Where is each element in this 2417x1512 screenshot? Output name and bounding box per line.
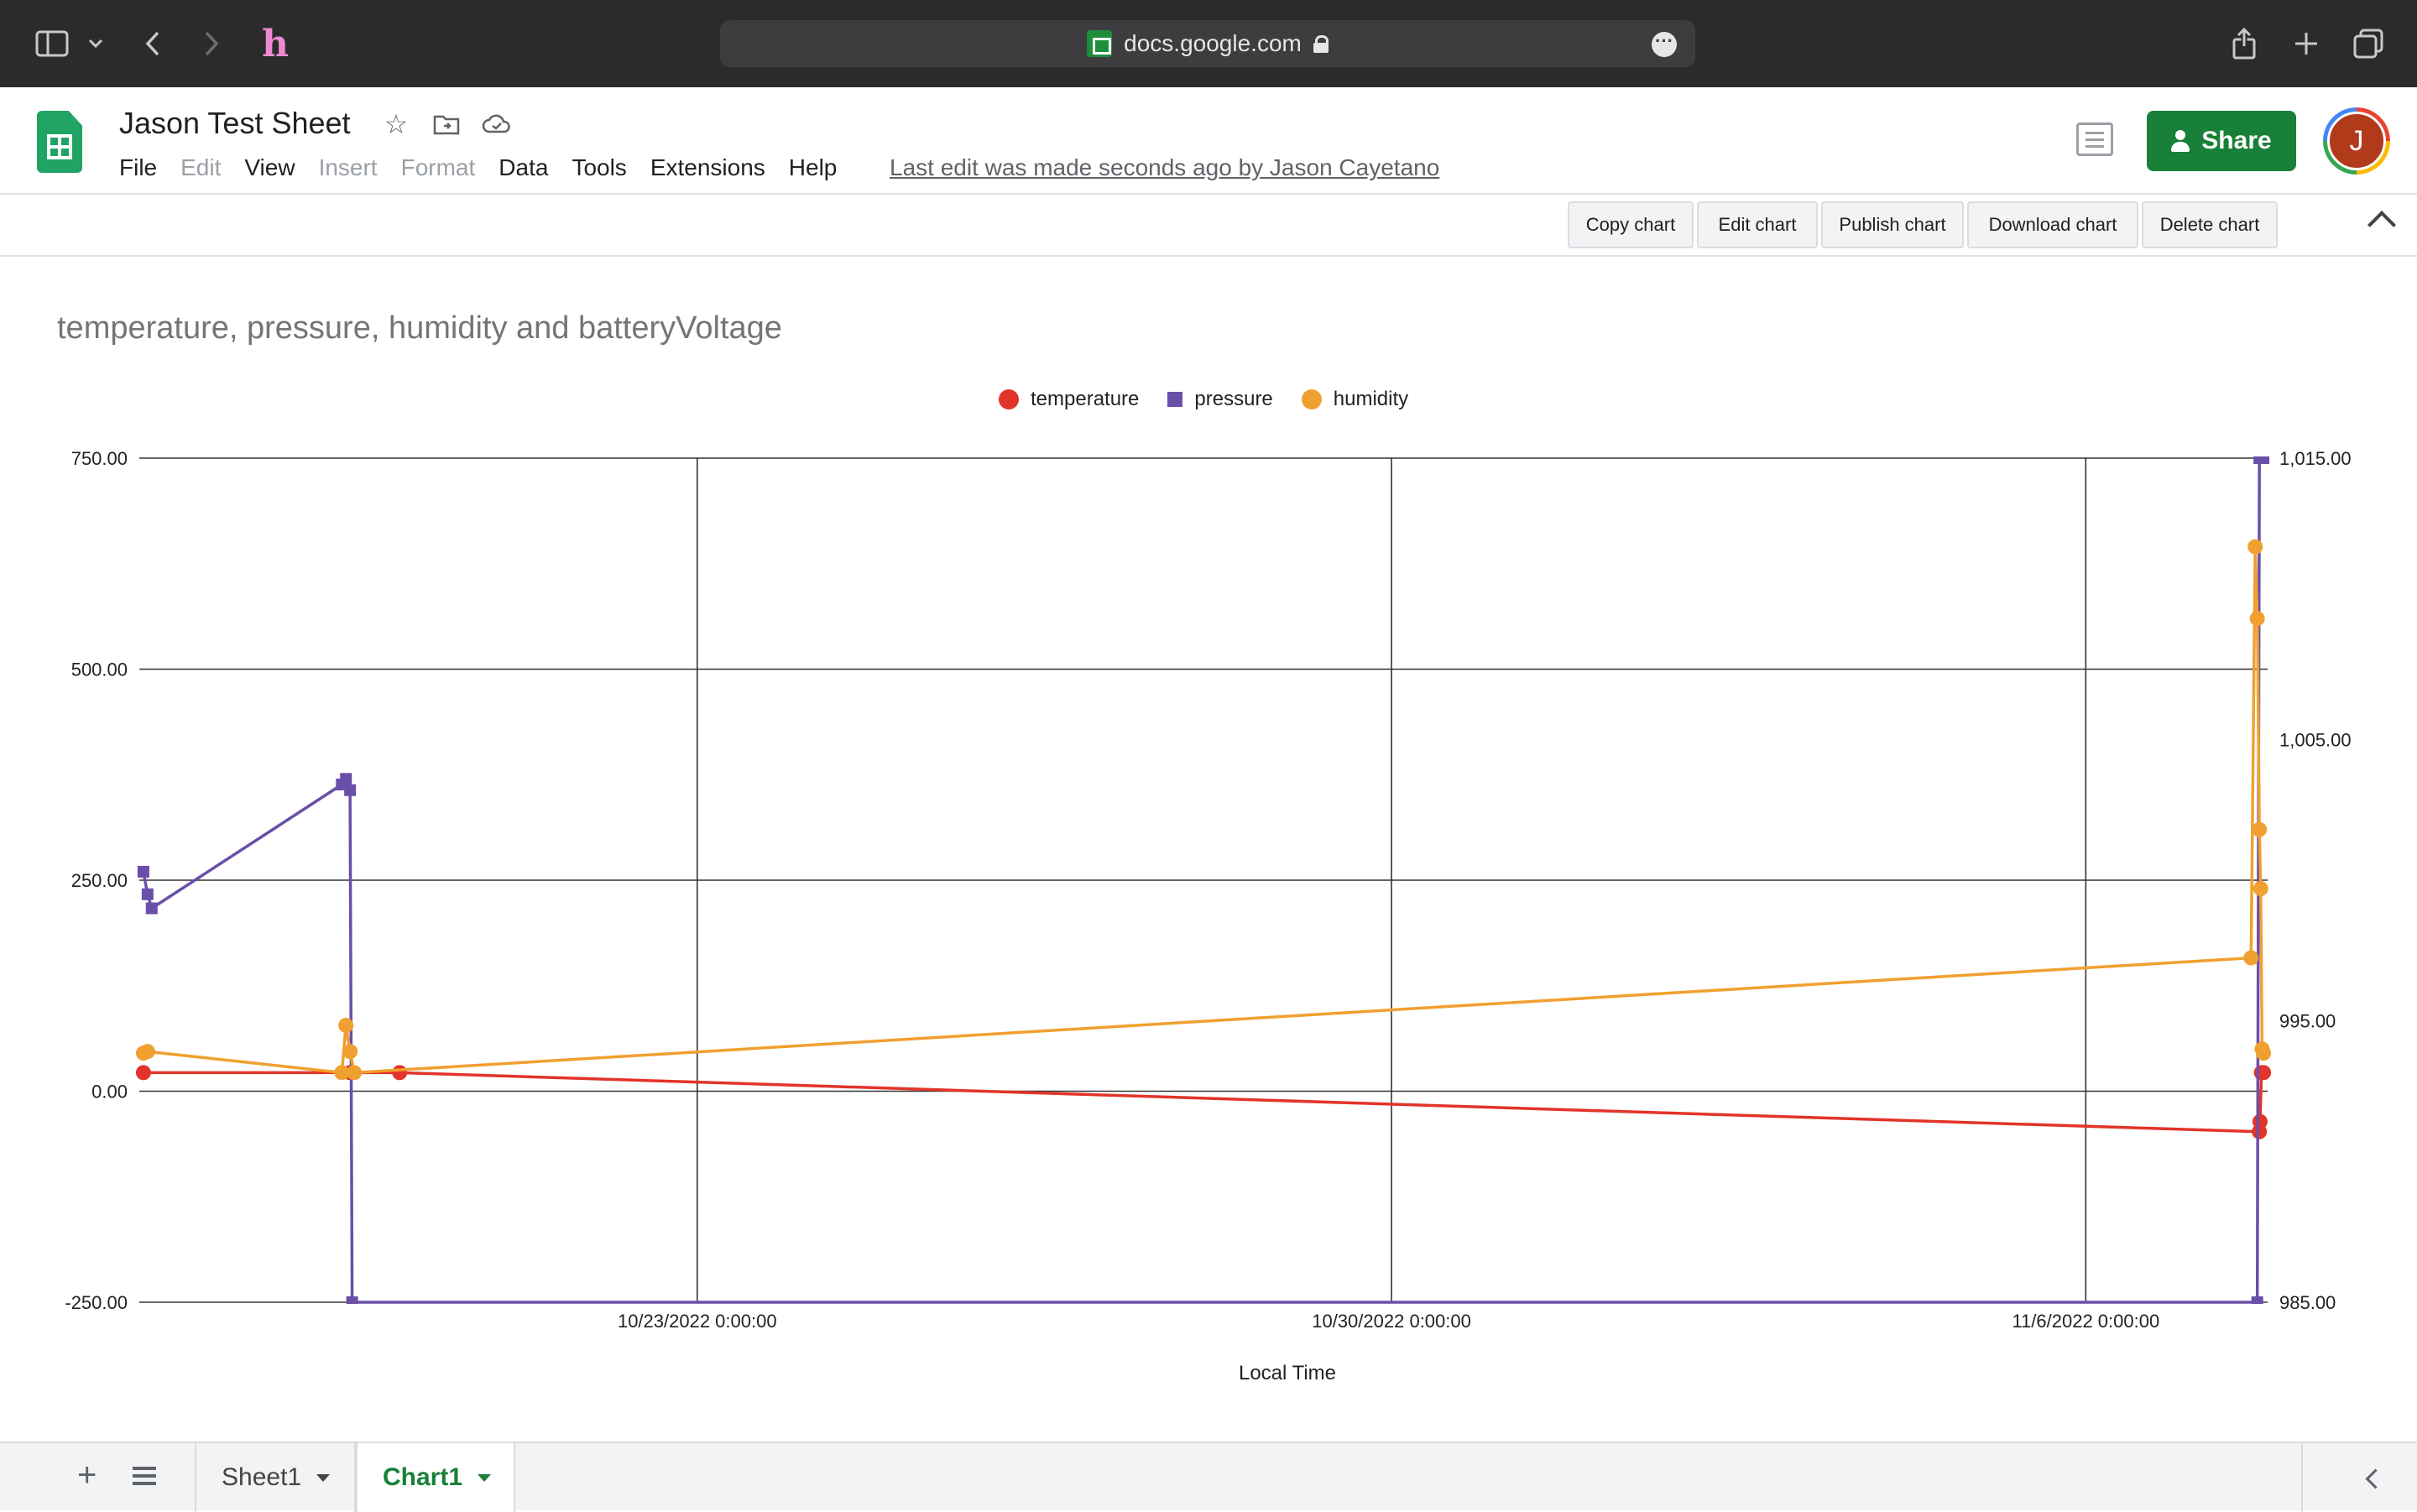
x-axis-tick-label: 10/30/2022 0:00:00: [1312, 1311, 1471, 1332]
data-point-humidity: [2247, 539, 2263, 555]
sheet-tab-bar: + Sheet1 Chart1: [0, 1442, 2417, 1512]
x-axis-tick-label: 11/6/2022 0:00:00: [2012, 1311, 2159, 1332]
tab-chart1[interactable]: Chart1: [356, 1443, 515, 1512]
data-point-humidity: [342, 1044, 358, 1060]
data-point-pressure: [145, 902, 158, 915]
x-axis-tick-label: 10/23/2022 0:00:00: [618, 1311, 777, 1332]
tab-menu-icon[interactable]: [478, 1473, 492, 1482]
side-panel-toggle-icon[interactable]: [2301, 1443, 2417, 1512]
data-point-humidity: [2243, 950, 2259, 966]
data-point-temperature: [2252, 1113, 2268, 1129]
data-point-humidity: [2252, 821, 2268, 837]
data-point-pressure: [344, 784, 357, 796]
y-axis-left-tick-label: -250.00: [65, 1292, 128, 1313]
data-point-humidity: [2253, 881, 2268, 897]
data-point-humidity: [2249, 611, 2265, 627]
data-point-humidity: [338, 1018, 354, 1034]
series-line-humidity: [143, 545, 2265, 1075]
y-axis-left-tick-label: 250.00: [71, 870, 128, 891]
data-point-humidity: [2256, 1045, 2272, 1061]
tab-menu-icon[interactable]: [316, 1473, 331, 1482]
data-point-pressure: [340, 773, 352, 785]
add-sheet-icon[interactable]: +: [77, 1457, 97, 1494]
data-point-pressure: [141, 888, 154, 900]
y-axis-left-tick-label: 0.00: [91, 1082, 128, 1103]
all-sheets-icon[interactable]: [133, 1467, 156, 1487]
data-point-pressure: [2258, 456, 2270, 464]
data-point-temperature: [135, 1065, 151, 1081]
x-axis-title: Local Time: [1239, 1362, 1336, 1384]
line-chart[interactable]: 750.00 500.00 250.00 0.00 -250.00 1,015.00 1,0…: [0, 0, 2417, 1442]
y-axis-right-tick-label: 1,015.00: [2279, 448, 2352, 469]
data-point-humidity: [347, 1065, 363, 1081]
tab-label-chart1: Chart1: [383, 1463, 463, 1491]
y-axis-left-tick-label: 750.00: [71, 448, 128, 469]
y-axis-left-tick-label: 500.00: [71, 660, 128, 680]
series-line-temperature: [143, 1071, 2264, 1134]
y-axis-right-tick-label: 985.00: [2279, 1292, 2336, 1313]
data-point-pressure: [346, 1296, 358, 1304]
data-point-pressure: [2251, 1296, 2263, 1304]
data-point-humidity: [139, 1044, 155, 1060]
tab-label-sheet1: Sheet1: [222, 1463, 302, 1491]
data-point-pressure: [137, 865, 149, 878]
y-axis-right-tick-label: 995.00: [2279, 1011, 2336, 1032]
tab-sheet1[interactable]: Sheet1: [195, 1443, 356, 1512]
data-point-temperature: [392, 1065, 408, 1081]
y-axis-right-tick-label: 1,005.00: [2279, 729, 2352, 750]
